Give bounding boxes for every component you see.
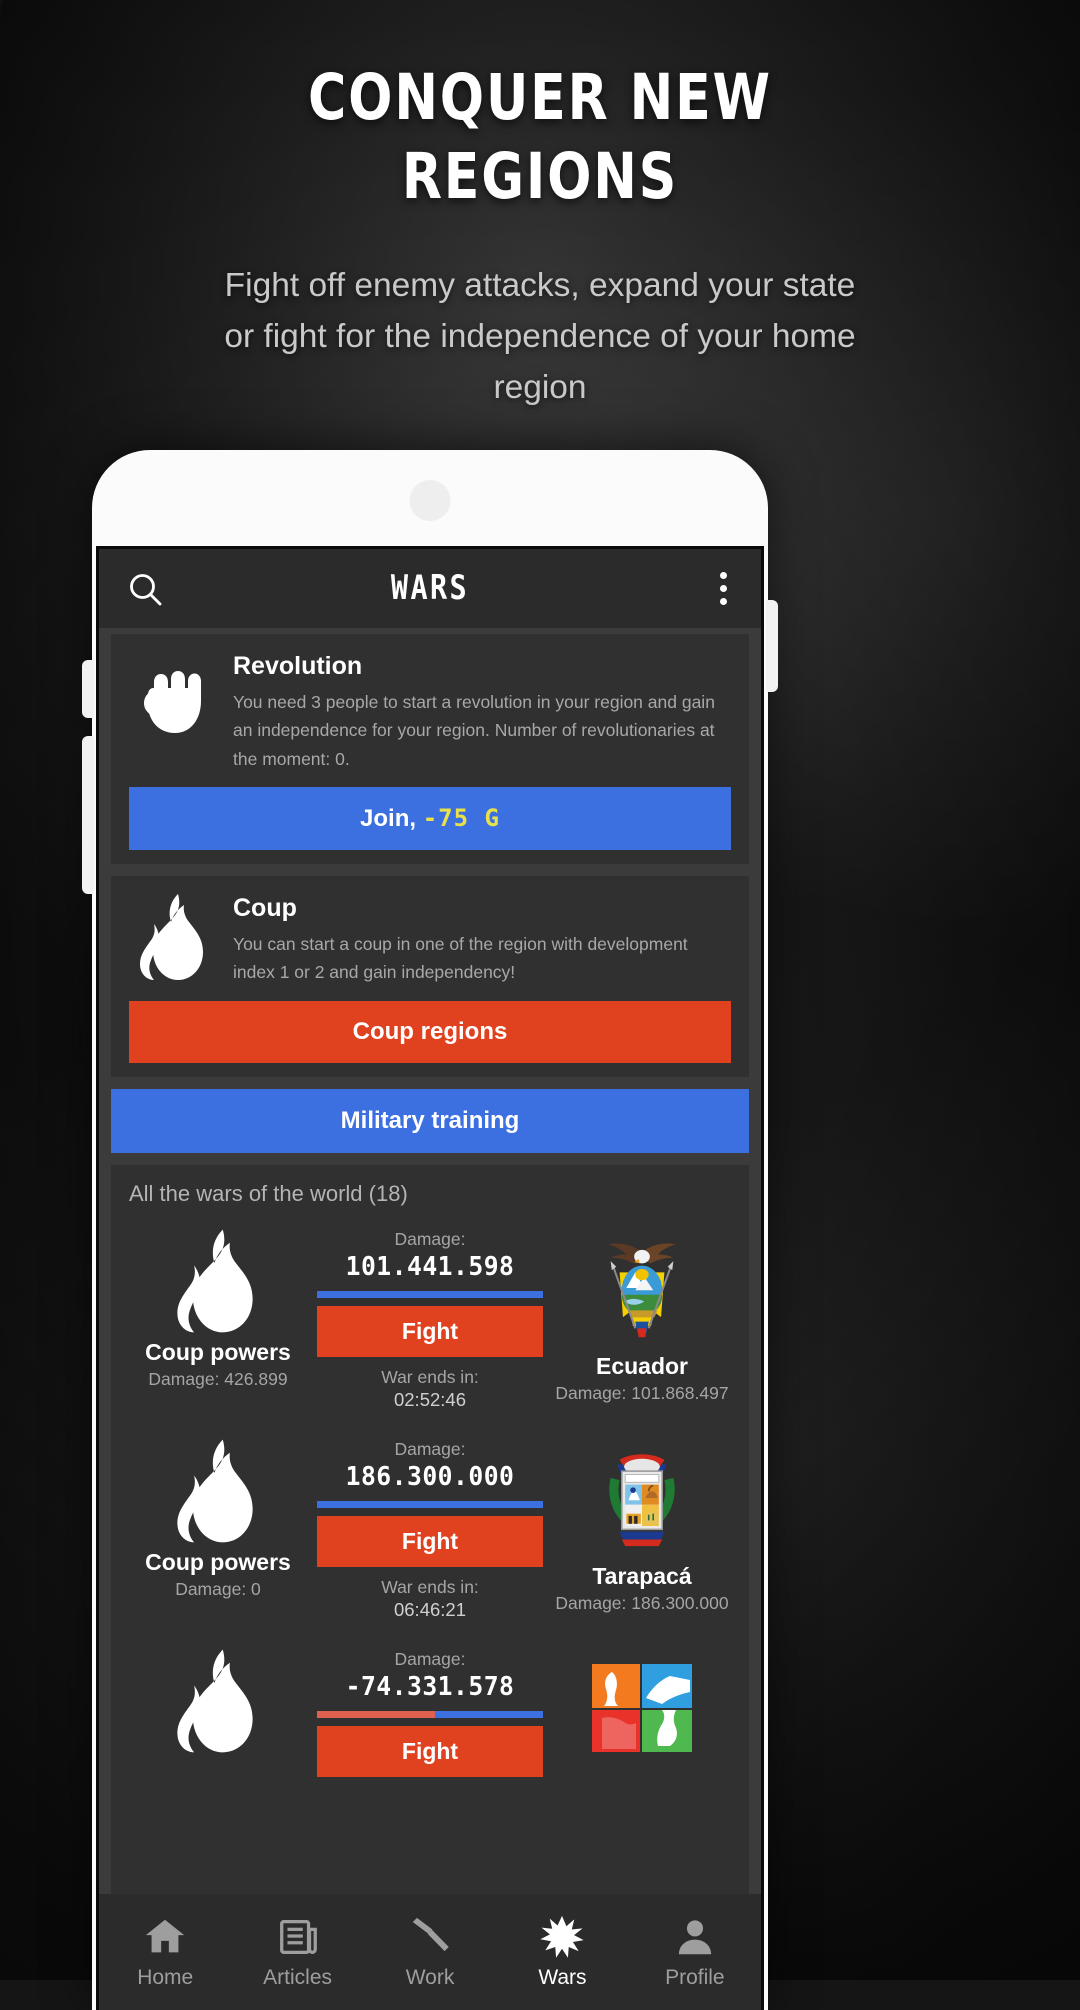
- coup-regions-button[interactable]: Coup regions: [129, 1000, 731, 1063]
- person-icon: [672, 1914, 718, 1960]
- war-defender-name: Tarapacá: [592, 1562, 692, 1589]
- flame-icon: [129, 892, 219, 981]
- search-icon[interactable]: [125, 569, 165, 609]
- war-defender-damage: Damage: 186.300.000: [555, 1592, 729, 1613]
- revolution-join-cost: -75 G: [422, 804, 500, 833]
- phone-power-button: [766, 600, 778, 692]
- scroll-content[interactable]: Revolution You need 3 people to start a …: [99, 628, 761, 1894]
- flame-icon: [125, 1649, 311, 1753]
- phone-front-camera: [409, 480, 451, 521]
- war-damage-value: -74.331.578: [345, 1671, 515, 1702]
- war-attacker-damage: Damage: 0: [175, 1578, 261, 1599]
- page-title-line-1: Conquer New: [308, 61, 772, 134]
- revolution-join-button[interactable]: Join, -75 G: [129, 787, 731, 851]
- war-defender-side: Ecuador Damage: 101.868.497: [549, 1229, 735, 1404]
- war-defender-side: Tarapacá Damage: 186.300.000: [549, 1439, 735, 1614]
- war-damage-label: Damage:: [394, 1228, 466, 1249]
- nav-label-wars: Wars: [538, 1966, 587, 1989]
- war-center-column: Damage: 186.300.000 Fight War ends in: 0…: [311, 1439, 549, 1621]
- app-bar: Wars: [99, 549, 761, 628]
- fight-button[interactable]: Fight: [317, 1725, 543, 1777]
- war-defender-side: [549, 1649, 735, 1773]
- nav-label-profile: Profile: [665, 1966, 725, 1989]
- app-screen: Wars Revolution You need 3 people to sta…: [96, 546, 764, 2010]
- war-defender-damage: Damage: 101.868.497: [555, 1382, 729, 1403]
- nav-item-wars[interactable]: Wars: [496, 1914, 628, 1990]
- war-damage-label: Damage:: [394, 1648, 466, 1669]
- war-progress-bar: [317, 1290, 543, 1298]
- nav-label-work: Work: [405, 1966, 455, 1989]
- nav-item-home[interactable]: Home: [99, 1914, 231, 1990]
- nav-label-articles: Articles: [263, 1966, 333, 1989]
- nav-item-work[interactable]: Work: [364, 1914, 496, 1990]
- page-title-line-2: Regions: [401, 140, 679, 214]
- region-flag-colorful: [549, 1649, 735, 1767]
- war-attacker-side: Coup powers Damage: 0: [125, 1439, 311, 1600]
- fight-button[interactable]: Fight: [317, 1515, 543, 1567]
- articles-icon: [275, 1914, 321, 1960]
- war-ends-label: War ends in:: [381, 1366, 479, 1387]
- war-damage-value: 101.441.598: [345, 1251, 515, 1282]
- war-ends-label: War ends in:: [381, 1576, 479, 1597]
- fight-button[interactable]: Fight: [317, 1305, 543, 1357]
- phone-mockup: Wars Revolution You need 3 people to sta…: [82, 450, 778, 2010]
- page-title: Conquer New Regions: [108, 58, 973, 217]
- war-attacker-name: Coup powers: [145, 1338, 291, 1365]
- revolution-description: You need 3 people to start a revolution …: [233, 692, 715, 769]
- flame-icon: [125, 1439, 311, 1543]
- ecuador-coat-of-arms: [549, 1229, 735, 1347]
- flame-icon: [125, 1229, 311, 1333]
- coup-title: Coup: [233, 894, 297, 923]
- revolution-title: Revolution: [233, 652, 363, 680]
- bottom-navigation: Home Articles Work Wars Profile: [99, 1894, 761, 2010]
- war-ends-time: 02:52:46: [393, 1388, 466, 1410]
- war-center-column: Damage: -74.331.578 Fight: [311, 1649, 549, 1777]
- war-attacker-side: [125, 1649, 311, 1759]
- coup-card: Coup You can start a coup in one of the …: [111, 876, 749, 1077]
- war-ends-time: 06:46:21: [393, 1598, 466, 1620]
- war-progress-bar: [317, 1710, 543, 1718]
- nav-label-home: Home: [137, 1966, 194, 1989]
- raised-fist-icon: [129, 650, 219, 736]
- hammer-icon: [407, 1914, 453, 1960]
- table-row[interactable]: Coup powers Damage: 0 Damage: 186.300.00…: [111, 1427, 749, 1637]
- war-center-column: Damage: 101.441.598 Fight War ends in: 0…: [311, 1229, 549, 1411]
- nav-item-articles[interactable]: Articles: [231, 1914, 363, 1990]
- military-training-button[interactable]: Military training: [111, 1088, 749, 1153]
- table-row[interactable]: Coup powers Damage: 426.899 Damage: 101.…: [111, 1217, 749, 1427]
- kebab-menu-icon[interactable]: [712, 564, 735, 613]
- app-bar-title: Wars: [390, 568, 470, 609]
- table-row[interactable]: Damage: -74.331.578 Fight: [111, 1637, 749, 1793]
- phone-volume-up-button: [82, 660, 94, 718]
- tarapaca-coat-of-arms: [549, 1439, 735, 1557]
- wars-list-heading: All the wars of the world (18): [129, 1180, 408, 1206]
- revolution-join-label: Join,: [360, 805, 423, 833]
- war-damage-label: Damage:: [394, 1438, 466, 1459]
- war-attacker-damage: Damage: 426.899: [148, 1368, 288, 1389]
- war-defender-name: Ecuador: [595, 1352, 689, 1379]
- nav-item-profile[interactable]: Profile: [629, 1914, 761, 1990]
- war-attacker-name: Coup powers: [145, 1548, 291, 1575]
- war-attacker-side: Coup powers Damage: 426.899: [125, 1229, 311, 1390]
- home-icon: [142, 1914, 188, 1960]
- page-subtitle: Fight off enemy attacks, expand your sta…: [224, 266, 856, 406]
- wars-list-panel: All the wars of the world (18) Coup powe…: [111, 1164, 749, 1894]
- hero-section: Conquer New Regions Fight off enemy atta…: [0, 0, 1080, 413]
- war-progress-bar: [317, 1500, 543, 1508]
- revolution-card: Revolution You need 3 people to start a …: [111, 634, 749, 865]
- phone-volume-down-button: [82, 736, 94, 894]
- star-burst-icon: [539, 1914, 585, 1960]
- war-damage-value: 186.300.000: [345, 1461, 515, 1492]
- coup-description: You can start a coup in one of the regio…: [233, 934, 688, 983]
